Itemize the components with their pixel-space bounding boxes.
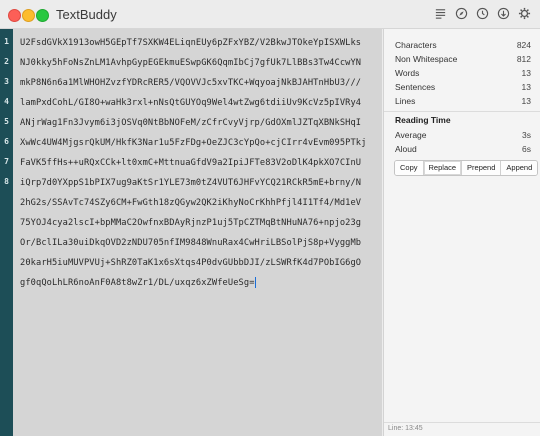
stat-label: Sentences	[395, 82, 436, 92]
stat-words: Words 13	[395, 68, 531, 82]
stat-value: 6s	[522, 144, 531, 154]
clock-icon[interactable]	[475, 6, 490, 21]
cursor-position: Line: 13:45	[388, 425, 423, 432]
stat-value: 3s	[522, 130, 531, 140]
reading-time-title: Reading Time	[395, 115, 451, 125]
list-icon[interactable]	[433, 6, 448, 21]
gear-icon[interactable]	[517, 6, 532, 21]
stat-label: Characters	[395, 40, 437, 50]
stat-value: 13	[521, 68, 531, 78]
reading-average: Average 3s	[395, 130, 531, 144]
line-number: 7	[4, 157, 9, 166]
divider	[384, 111, 540, 112]
append-button[interactable]: Append	[501, 161, 538, 175]
reading-aloud: Aloud 6s	[395, 144, 531, 158]
text-line: lamPxdCohL/GI8O+waHk3rxl+nNsQtGUYOq9Wel4…	[20, 98, 362, 108]
text-line: 75YOJ4cya2lscI+bpMMaC2OwfnxBDAyRjnzP1uj5…	[20, 218, 362, 228]
text-action-buttons: Copy Replace Prepend Append	[394, 160, 539, 176]
stat-label: Aloud	[395, 144, 417, 154]
line-number: 5	[4, 117, 9, 126]
text-line: XwWc4UW4MjgsrQkUM/HkfK3Nar1u5FzFDg+OeZJC…	[20, 138, 367, 148]
minimize-window-button[interactable]	[22, 9, 35, 22]
stat-characters: Characters 824	[395, 40, 531, 54]
text-line: mkP8N6n6a1MlWHOHZvzfYDRcRER5/VQOVVJc5xvT…	[20, 78, 362, 88]
stat-value: 13	[521, 96, 531, 106]
text-line: NJ0kky5hFoNsZnLM1AvhpGypEGEkmuESwpGK6Qqm…	[20, 58, 362, 68]
download-icon[interactable]	[496, 6, 511, 21]
line-number: 3	[4, 77, 9, 86]
line-number: 4	[4, 97, 9, 106]
titlebar: TextBuddy	[0, 0, 540, 29]
stat-label: Words	[395, 68, 420, 78]
stat-value: 812	[516, 54, 531, 64]
stat-value: 13	[521, 82, 531, 92]
stats-sidebar: Characters 824 Non Whitespace 812 Words …	[383, 29, 540, 436]
text-line: U2FsdGVkX1913owH5GEpTf7SXKW4ELiqnEUy6pZF…	[20, 38, 362, 48]
line-number: 8	[4, 177, 9, 186]
text-line: FaVK5ffHs++uRQxCCk+lt0xmC+MttnuaGfdV9a2I…	[20, 158, 362, 168]
line-number: 2	[4, 57, 9, 66]
stat-value: 824	[516, 40, 531, 50]
app-window: TextBuddy 1 2 3 4 5 6 7 8 U2FsdGVkX1913o…	[0, 0, 540, 436]
compass-icon[interactable]	[454, 6, 469, 21]
copy-button[interactable]: Copy	[395, 161, 424, 175]
text-line: Or/BclILa30uiDkqOVD2zNDU705nfIM9848WnuRa…	[20, 238, 362, 248]
stat-label: Lines	[395, 96, 416, 106]
stat-lines: Lines 13	[395, 96, 531, 110]
stat-label: Average	[395, 130, 427, 140]
window-title: TextBuddy	[56, 7, 117, 22]
line-number: 6	[4, 137, 9, 146]
text-line-last: gf0qQoLhLR6noAnF0A8t8wZr1/DL/uxqz6xZWfeU…	[20, 273, 256, 293]
replace-button[interactable]: Replace	[423, 161, 463, 175]
line-number: 1	[4, 37, 9, 46]
line-number-gutter: 1 2 3 4 5 6 7 8	[0, 29, 13, 436]
prepend-button[interactable]: Prepend	[462, 161, 502, 175]
maximize-window-button[interactable]	[36, 9, 49, 22]
text-line: 2hG2s/SSAvTc74SZy6CM+FwGth18zQGyw2QK2iKh…	[20, 198, 362, 208]
stat-non-whitespace: Non Whitespace 812	[395, 54, 531, 68]
text-line: iQrp7d0YXppS1bPIX7ug9aKtSr1YLE73m0tZ4VUT…	[20, 178, 362, 188]
stat-label: Non Whitespace	[395, 54, 458, 64]
stat-sentences: Sentences 13	[395, 82, 531, 96]
close-window-button[interactable]	[8, 9, 21, 22]
text-line-text: gf0qQoLhLR6noAnF0A8t8wZr1/DL/uxqz6xZWfeU…	[20, 278, 255, 288]
text-line: ANjrWag1Fn3Jvym6i3jOSVq0NtBbNOFeM/zCfrCv…	[20, 118, 362, 128]
text-editor[interactable]: 1 2 3 4 5 6 7 8 U2FsdGVkX1913owH5GEpTf7S…	[0, 29, 382, 436]
toolbar	[433, 6, 532, 21]
text-line: 20karH5iuMUVPVUj+ShRZ0TaK1x6sXtqs4P0dvGU…	[20, 258, 362, 268]
text-cursor	[254, 277, 256, 288]
status-bar: Line: 13:45	[384, 422, 540, 436]
